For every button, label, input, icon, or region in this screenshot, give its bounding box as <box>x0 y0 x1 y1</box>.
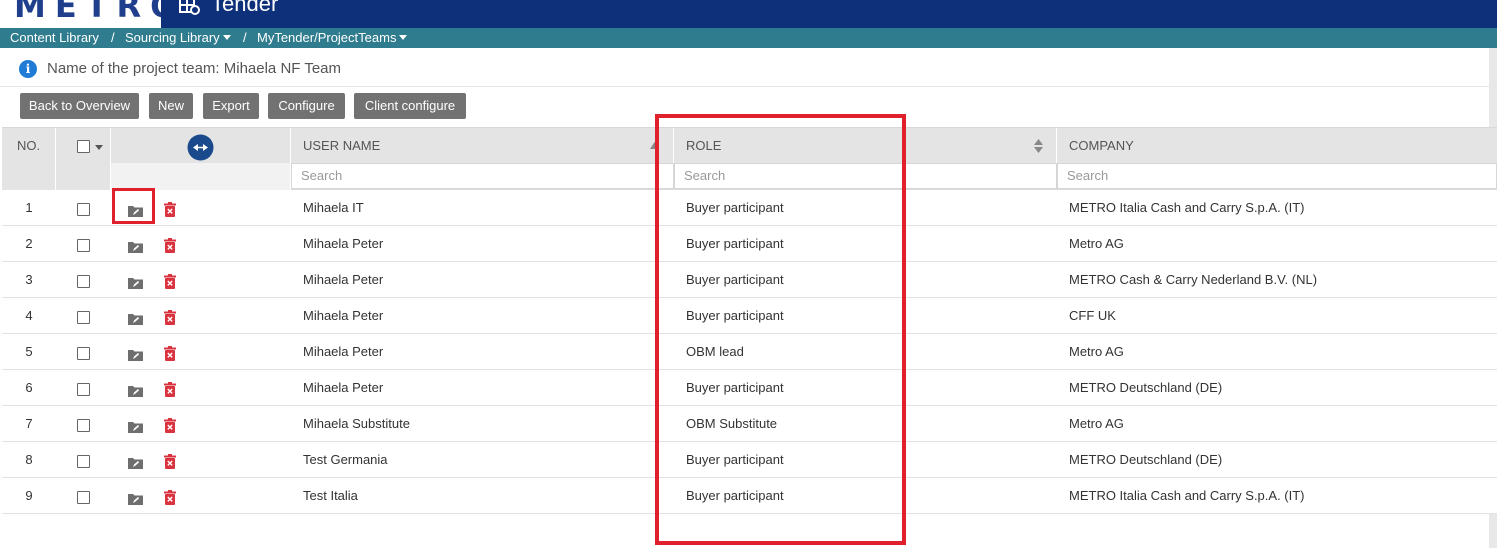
user-name-cell: Test Germania <box>303 452 388 467</box>
breadcrumb-separator: / <box>243 30 247 45</box>
user-name-search-input[interactable]: Search <box>291 163 674 189</box>
row-checkbox[interactable] <box>77 203 90 216</box>
info-line: i Name of the project team: Mihaela NF T… <box>0 49 1489 87</box>
company-cell: Metro AG <box>1069 236 1124 251</box>
sort-icon <box>1034 139 1043 153</box>
company-cell: METRO Cash & Carry Nederland B.V. (NL) <box>1069 272 1318 287</box>
project-team-name: Name of the project team: Mihaela NF Tea… <box>47 60 342 77</box>
edit-folder-icon[interactable] <box>128 312 143 325</box>
user-name-cell: Mihaela Substitute <box>303 416 410 431</box>
configure-button[interactable]: Configure <box>268 93 345 119</box>
company-cell: CFF UK <box>1069 308 1116 323</box>
select-all-checkbox[interactable] <box>77 140 90 153</box>
highlight-box <box>655 114 906 545</box>
expand-columns-icon[interactable] <box>187 134 214 161</box>
logo-area: METRO <box>0 0 161 28</box>
edit-folder-icon[interactable] <box>128 348 143 361</box>
breadcrumb: Content Library / Sourcing Library / MyT… <box>0 28 1497 48</box>
user-name-cell: Mihaela Peter <box>303 380 384 395</box>
app-title: Tender <box>211 0 279 16</box>
new-button[interactable]: New <box>149 93 193 119</box>
column-header-actions <box>111 128 291 164</box>
company-cell: Metro AG <box>1069 344 1124 359</box>
row-checkbox[interactable] <box>77 239 90 252</box>
column-header-company[interactable]: COMPANY <box>1057 128 1497 164</box>
row-number: 5 <box>25 344 33 359</box>
metro-logo[interactable]: METRO <box>14 0 161 25</box>
filter-blank <box>56 163 111 190</box>
row-number: 4 <box>25 308 33 323</box>
company-cell: Metro AG <box>1069 416 1124 431</box>
edit-folder-icon[interactable] <box>128 276 143 289</box>
edit-folder-icon[interactable] <box>128 420 143 433</box>
row-number: 9 <box>25 488 33 503</box>
row-number: 6 <box>25 380 33 395</box>
delete-icon[interactable] <box>164 238 176 253</box>
user-name-cell: Mihaela IT <box>303 200 364 215</box>
row-checkbox[interactable] <box>77 383 90 396</box>
edit-folder-icon[interactable] <box>128 492 143 505</box>
row-checkbox[interactable] <box>77 419 90 432</box>
edit-folder-icon[interactable] <box>128 456 143 469</box>
company-cell: METRO Italia Cash and Carry S.p.A. (IT) <box>1069 488 1305 503</box>
company-cell: METRO Italia Cash and Carry S.p.A. (IT) <box>1069 200 1305 215</box>
row-number: 3 <box>25 272 33 287</box>
row-number: 7 <box>25 416 33 431</box>
column-header-select <box>56 128 111 164</box>
user-name-cell: Mihaela Peter <box>303 344 384 359</box>
app-bar: Tender <box>161 0 1497 28</box>
row-checkbox[interactable] <box>77 311 90 324</box>
user-name-cell: Mihaela Peter <box>303 308 384 323</box>
row-number: 1 <box>25 200 33 215</box>
company-cell: METRO Deutschland (DE) <box>1069 452 1223 467</box>
column-header-user-name[interactable]: USER NAME <box>291 128 674 164</box>
delete-icon[interactable] <box>164 310 176 325</box>
delete-icon[interactable] <box>164 346 176 361</box>
breadcrumb-content-library[interactable]: Content Library <box>10 30 99 45</box>
row-checkbox[interactable] <box>77 491 90 504</box>
user-name-cell: Test Italia <box>303 488 358 503</box>
user-name-cell: Mihaela Peter <box>303 236 384 251</box>
row-checkbox[interactable] <box>77 275 90 288</box>
breadcrumb-separator: / <box>111 30 115 45</box>
back-to-overview-button[interactable]: Back to Overview <box>20 93 139 119</box>
company-search-input[interactable]: Search <box>1057 163 1497 189</box>
edit-folder-icon[interactable] <box>128 384 143 397</box>
company-cell: METRO Deutschland (DE) <box>1069 380 1223 395</box>
filter-blank <box>111 163 291 190</box>
chevron-down-icon <box>399 35 408 40</box>
breadcrumb-label: Sourcing Library <box>125 30 220 45</box>
column-header-no[interactable]: NO. <box>2 128 56 164</box>
breadcrumb-label: MyTender/ProjectTeams <box>257 30 397 45</box>
top-header: METRO Tender <box>0 0 1497 28</box>
row-number: 2 <box>25 236 33 251</box>
tender-icon <box>179 0 200 15</box>
row-checkbox[interactable] <box>77 455 90 468</box>
highlight-box <box>112 188 155 224</box>
delete-icon[interactable] <box>164 490 176 505</box>
column-header-label: USER NAME <box>303 138 381 153</box>
chevron-down-icon[interactable] <box>95 145 103 150</box>
chevron-down-icon <box>222 35 231 40</box>
client-configure-button[interactable]: Client configure <box>354 93 466 119</box>
row-checkbox[interactable] <box>77 347 90 360</box>
delete-icon[interactable] <box>164 382 176 397</box>
user-name-cell: Mihaela Peter <box>303 272 384 287</box>
breadcrumb-sourcing-library[interactable]: Sourcing Library <box>125 30 231 45</box>
export-button[interactable]: Export <box>203 93 259 119</box>
delete-icon[interactable] <box>164 418 176 433</box>
delete-icon[interactable] <box>164 454 176 469</box>
delete-icon[interactable] <box>164 202 176 217</box>
delete-icon[interactable] <box>164 274 176 289</box>
row-number: 8 <box>25 452 33 467</box>
edit-folder-icon[interactable] <box>128 240 143 253</box>
info-icon: i <box>19 60 37 78</box>
filter-blank <box>2 163 56 190</box>
breadcrumb-project-teams[interactable]: MyTender/ProjectTeams <box>257 30 408 45</box>
